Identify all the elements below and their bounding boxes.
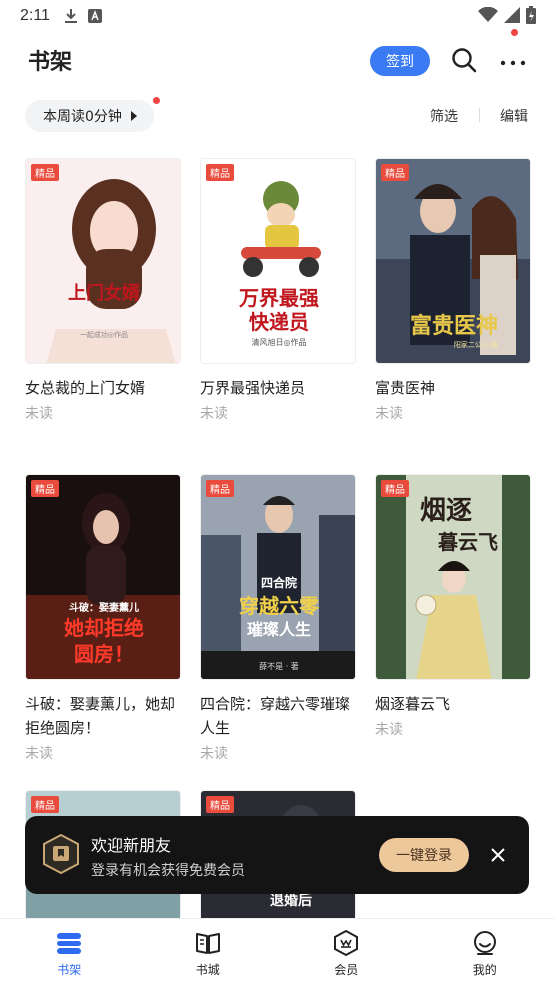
divider (479, 108, 480, 122)
status-time: 2:11 (20, 7, 50, 24)
svg-text:斗破：娶妻薰儿: 斗破：娶妻薰儿 (69, 601, 139, 614)
svg-text:四合院: 四合院 (261, 575, 297, 590)
svg-text:万界最强: 万界最强 (238, 286, 319, 310)
vip-icon (334, 929, 359, 957)
filter-button[interactable]: 筛选 (430, 106, 458, 126)
profile-icon (473, 931, 496, 955)
weekly-reading-label: 本周读0分钟 (43, 109, 122, 125)
toast-title: 欢迎新朋友 (91, 836, 172, 855)
vip-book-icon (41, 833, 81, 875)
nav-label: 书城 (195, 963, 220, 977)
premium-badge: 精品 (206, 164, 234, 181)
wifi-icon (478, 6, 498, 27)
checkin-button[interactable]: 签到 (370, 46, 430, 76)
nav-bookstore[interactable]: 书城 (139, 919, 278, 984)
svg-text:穿越六零: 穿越六零 (239, 594, 320, 618)
svg-text:圆房！: 圆房！ (74, 642, 134, 666)
one-click-login-button[interactable]: 一键登录 (379, 838, 469, 872)
reading-dot (153, 97, 160, 104)
search-button[interactable] (450, 46, 478, 74)
close-button[interactable] (487, 844, 509, 866)
svg-text:快递员: 快递员 (249, 310, 309, 334)
nav-bookshelf[interactable]: 书架 (0, 919, 139, 984)
bookshelf-icon (57, 933, 82, 954)
nav-label: 我的 (472, 963, 497, 977)
book-cover: 精品 烟逐 暮云飞 (375, 474, 531, 680)
book-item[interactable]: 精品 烟逐 暮云飞 烟逐暮云飞 未读 (375, 474, 531, 739)
book-status: 未读 (200, 406, 228, 422)
page-title: 书架 (28, 50, 73, 75)
svg-text:一起成功◎作品: 一起成功◎作品 (80, 330, 128, 339)
book-item[interactable]: 精品 上门女婿 一起成功◎作品 女总裁的上门女婿 未读 (25, 158, 181, 423)
battery-icon (526, 6, 536, 28)
header: 书架 签到 (0, 36, 554, 86)
welcome-toast: 欢迎新朋友 登录有机会获得免费会员 一键登录 (25, 816, 529, 894)
signal-icon (504, 7, 520, 27)
book-title: 斗破：娶妻薰儿，她却拒绝圆房！ (25, 695, 176, 737)
svg-text:璀璨人生: 璀璨人生 (247, 620, 311, 639)
book-item[interactable]: 精品 富贵医神 阳家二公子/著 富贵医神 未读 (375, 158, 531, 423)
svg-text:暮云飞: 暮云飞 (437, 530, 498, 554)
toast-subtitle: 登录有机会获得免费会员 (91, 863, 245, 879)
premium-badge: 精品 (381, 164, 409, 181)
play-arrow-icon (130, 111, 137, 121)
book-status: 未读 (375, 406, 403, 422)
svg-text:清风旭日◎作品: 清风旭日◎作品 (252, 337, 307, 347)
book-title: 四合院：穿越六零璀璨人生 (200, 695, 351, 737)
book-cover: 精品 万界最强 快递员 清风旭日◎作品 (200, 158, 356, 364)
premium-badge: 精品 (206, 480, 234, 497)
premium-badge: 精品 (31, 480, 59, 497)
book-status: 未读 (25, 746, 53, 762)
book-item[interactable]: 精品 万界最强 快递员 清风旭日◎作品 万界最强快递员 未读 (200, 158, 356, 423)
svg-text:富贵医神: 富贵医神 (410, 313, 498, 339)
bottom-nav: 书架 书城 会员 我的 (0, 918, 554, 984)
book-cover: 精品 上门女婿 一起成功◎作品 (25, 158, 181, 364)
close-icon (491, 848, 505, 862)
search-icon (452, 48, 477, 73)
book-status: 未读 (375, 722, 403, 738)
notification-dot (511, 29, 518, 36)
bookstore-icon (195, 933, 220, 954)
premium-badge: 精品 (31, 796, 59, 813)
edit-button[interactable]: 编辑 (500, 106, 528, 126)
book-cover: 精品 四合院 穿越六零 璀璨人生 薛不是 · 著 (200, 474, 356, 680)
book-item[interactable]: 精品 四合院 穿越六零 璀璨人生 薛不是 · 著 四合院：穿越六零璀璨人生 未读 (200, 474, 356, 763)
book-title: 万界最强快递员 (200, 379, 306, 397)
status-bar: 2:11 (0, 0, 554, 32)
download-icon (64, 8, 78, 24)
book-status: 未读 (25, 406, 53, 422)
book-title: 烟逐暮云飞 (375, 695, 451, 713)
svg-text:阳家二公子/著: 阳家二公子/著 (454, 340, 498, 349)
more-button[interactable] (498, 48, 528, 74)
svg-text:她却拒绝: 她却拒绝 (64, 616, 144, 640)
more-icon (500, 60, 526, 66)
book-title: 富贵医神 (375, 379, 436, 397)
svg-text:薛不是 · 著: 薛不是 · 著 (259, 661, 299, 671)
premium-badge: 精品 (31, 164, 59, 181)
nav-profile[interactable]: 我的 (416, 919, 554, 984)
book-title: 女总裁的上门女婿 (25, 379, 146, 397)
book-cover: 精品 斗破：娶妻薰儿 她却拒绝 圆房！ (25, 474, 181, 680)
weekly-reading-pill[interactable]: 本周读0分钟 (25, 100, 154, 132)
book-item[interactable]: 精品 斗破：娶妻薰儿 她却拒绝 圆房！ 斗破：娶妻薰儿，她却拒绝圆房！ 未读 (25, 474, 181, 763)
premium-badge: 精品 (206, 796, 234, 813)
app-notification-icon (87, 9, 102, 23)
premium-badge: 精品 (381, 480, 409, 497)
svg-text:退婚后: 退婚后 (270, 892, 312, 909)
book-status: 未读 (200, 746, 228, 762)
nav-label: 书架 (57, 963, 82, 977)
book-cover: 精品 富贵医神 阳家二公子/著 (375, 158, 531, 364)
svg-text:烟逐: 烟逐 (420, 496, 472, 526)
reading-row: 本周读0分钟 筛选 编辑 (0, 97, 554, 134)
nav-vip[interactable]: 会员 (277, 919, 416, 984)
nav-label: 会员 (334, 963, 359, 977)
svg-text:上门女婿: 上门女婿 (68, 282, 140, 304)
